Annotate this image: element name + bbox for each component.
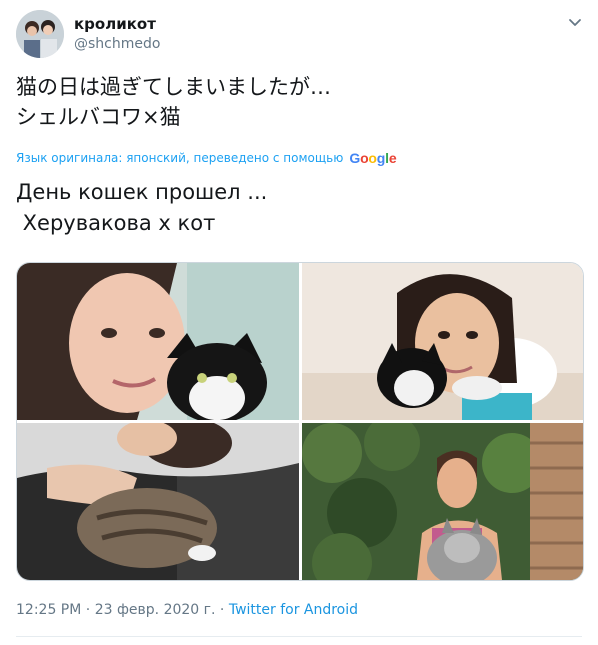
chevron-down-icon[interactable] xyxy=(568,14,582,28)
avatar[interactable] xyxy=(16,10,64,58)
user-handle[interactable]: @shchmedo xyxy=(74,36,160,52)
photo-girl-with-cat-1[interactable] xyxy=(17,263,299,420)
photo-girl-with-cat-2[interactable] xyxy=(302,263,583,420)
photo-girl-with-fluffy-cat[interactable] xyxy=(302,423,583,580)
tweet-text-line: シェルバコワ×猫 xyxy=(16,105,181,129)
tweet-meta: 12:25 PM · 23 февр. 2020 г. · Twitter fo… xyxy=(16,602,358,618)
translated-text-line: Херувакова х кот xyxy=(16,211,216,235)
google-logo: Google xyxy=(349,150,397,166)
tweet-source-link[interactable]: Twitter for Android xyxy=(229,602,358,618)
tweet-text-line: 猫の日は過ぎてしまいましたが… xyxy=(16,75,331,99)
meta-separator: · xyxy=(85,602,91,618)
display-name[interactable]: кроликот xyxy=(74,15,156,33)
translation-label: Язык оригинала: японский, переведено с п… xyxy=(16,151,344,165)
translated-text-line: День кошек прошел ... xyxy=(16,180,268,204)
tweet-time[interactable]: 12:25 PM xyxy=(16,602,81,618)
tweet-text: 猫の日は過ぎてしまいましたが… シェルバコワ×猫 xyxy=(16,72,331,132)
photo-girl-with-tabby-cat[interactable] xyxy=(17,423,299,580)
meta-separator: · xyxy=(219,602,225,618)
translation-notice[interactable]: Язык оригинала: японский, переведено с п… xyxy=(16,150,397,166)
translated-text: День кошек прошел ... Херувакова х кот xyxy=(16,177,267,239)
tweet-date[interactable]: 23 февр. 2020 г. xyxy=(95,602,216,618)
media-grid xyxy=(16,262,584,581)
divider xyxy=(16,636,582,637)
